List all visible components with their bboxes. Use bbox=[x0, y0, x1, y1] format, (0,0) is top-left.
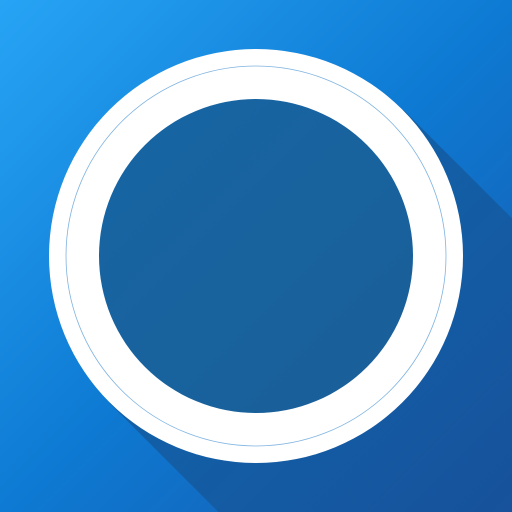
ring-icon bbox=[0, 0, 512, 512]
app-icon bbox=[0, 0, 512, 512]
ring-center bbox=[99, 99, 413, 413]
